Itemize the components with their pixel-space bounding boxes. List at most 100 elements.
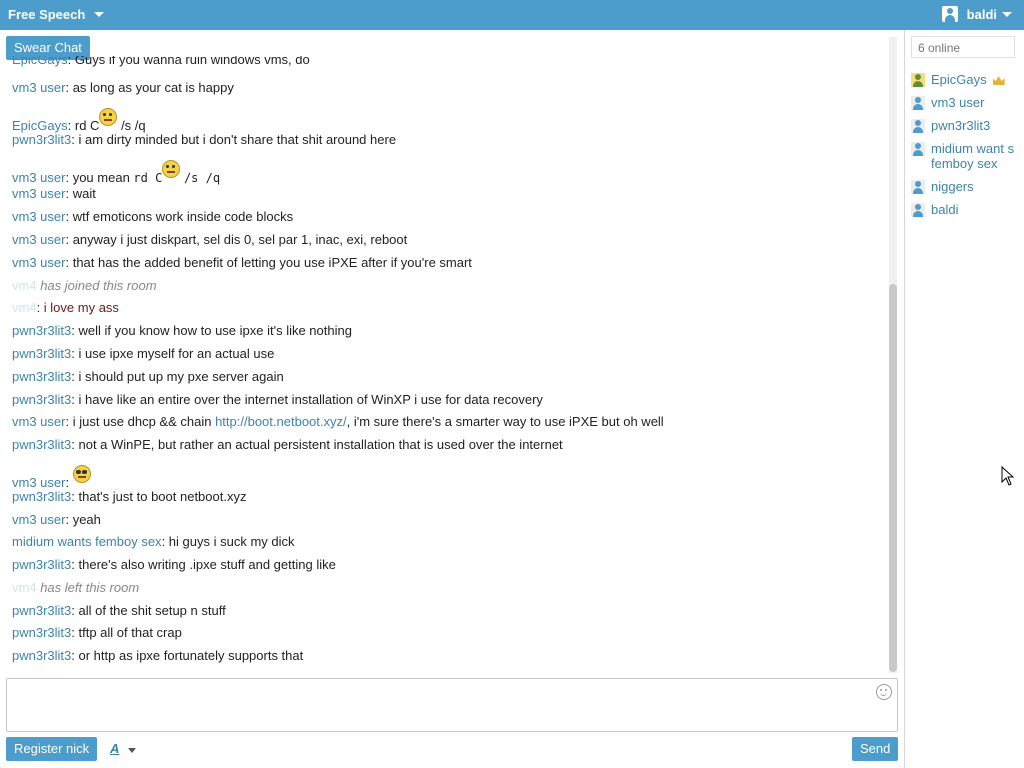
chevron-down-icon: [93, 12, 104, 17]
smiley-icon[interactable]: [876, 684, 892, 700]
message: pwn3r3lit3: i have like an entire over t…: [12, 392, 543, 407]
message-nick[interactable]: pwn3r3lit3: [12, 603, 71, 618]
user-gold-icon: [911, 73, 925, 87]
confused-smiley-icon: [162, 160, 181, 178]
message: pwn3r3lit3: i use ipxe myself for an act…: [12, 346, 275, 361]
message: pwn3r3lit3: not a WinPE, but rather an a…: [12, 437, 563, 452]
username-label: baldi: [966, 6, 997, 22]
chat-area: Swear Chat EpicGays: Guys if you wanna r…: [0, 30, 904, 768]
user-icon: [911, 96, 925, 110]
user-list-item[interactable]: pwn3r3lit3: [911, 118, 1021, 133]
message-nick[interactable]: vm4: [12, 580, 37, 595]
message-nick[interactable]: midium wants femboy sex: [12, 534, 162, 549]
system-message: vm4 has left this room: [12, 579, 139, 597]
user-list: EpicGays vm3 user pwn3r3lit3 midium want…: [911, 72, 1021, 225]
message-text: or http as ipxe fortunately supports tha…: [78, 648, 304, 663]
message-nick[interactable]: pwn3r3lit3: [12, 132, 71, 147]
message-text: that has the added benefit of letting yo…: [72, 255, 472, 270]
message: pwn3r3lit3: i am dirty minded but i don'…: [12, 132, 397, 147]
message-nick[interactable]: vm4: [12, 300, 37, 315]
user-list-item[interactable]: midium want s femboy sex: [911, 141, 1021, 171]
message: vm3 user: as long as your cat is happy: [12, 80, 234, 95]
message-nick[interactable]: pwn3r3lit3: [12, 323, 71, 338]
message: vm4: i love my ass: [12, 300, 119, 315]
message: vm3 user: wait: [12, 186, 96, 201]
code-block: rd C: [133, 171, 163, 185]
user-menu[interactable]: baldi: [941, 6, 1012, 22]
message: pwn3r3lit3: i should put up my pxe serve…: [12, 369, 284, 384]
message-nick[interactable]: pwn3r3lit3: [12, 489, 71, 504]
system-text: has left this room: [40, 580, 140, 595]
message-nick[interactable]: vm3 user: [12, 80, 65, 95]
user-list-item[interactable]: vm3 user: [911, 95, 1021, 110]
system-text: has joined this room: [40, 278, 157, 293]
confused-smiley-icon: [99, 108, 118, 126]
user-icon: [911, 180, 925, 194]
room-selector[interactable]: Free Speech: [8, 7, 104, 22]
message-nick[interactable]: EpicGays: [12, 56, 68, 67]
message-link[interactable]: http://boot.netboot.xyz/: [215, 414, 347, 429]
message-list: EpicGays: Guys if you wanna ruin windows…: [12, 56, 882, 676]
message-nick[interactable]: vm4: [12, 278, 37, 293]
top-bar: Free Speech baldi: [0, 0, 1024, 30]
message: pwn3r3lit3: there's also writing .ipxe s…: [12, 557, 336, 572]
user-name: midium want s femboy sex: [931, 141, 1015, 171]
message: pwn3r3lit3: all of the shit setup n stuf…: [12, 603, 226, 618]
message-text: you mean: [72, 170, 130, 185]
message-nick[interactable]: pwn3r3lit3: [12, 346, 71, 361]
message-text: , i'm sure there's a smarter way to use …: [346, 414, 664, 429]
message-nick[interactable]: vm3 user: [12, 209, 65, 224]
message-text: hi guys i suck my dick: [168, 534, 295, 549]
text-format-icon[interactable]: A: [110, 741, 119, 756]
message: vm3 user: that has the added benefit of …: [12, 255, 472, 270]
message-nick[interactable]: pwn3r3lit3: [12, 437, 71, 452]
message: vm3 user: wtf emoticons work inside code…: [12, 209, 294, 224]
system-message: vm4 has joined this room: [12, 277, 157, 295]
message-text: wait: [72, 186, 96, 201]
message: EpicGays: Guys if you wanna ruin windows…: [12, 56, 310, 69]
message-text: tftp all of that crap: [78, 625, 182, 640]
message-nick[interactable]: vm3 user: [12, 170, 65, 185]
user-name: baldi: [931, 202, 959, 217]
message: vm3 user: anyway i just diskpart, sel di…: [12, 232, 408, 247]
chevron-down-icon[interactable]: [128, 748, 136, 753]
sidebar: 6 online EpicGays vm3 user pwn3r3lit3 mi…: [905, 30, 1024, 768]
message-nick[interactable]: pwn3r3lit3: [12, 648, 71, 663]
user-name: EpicGays: [931, 72, 987, 87]
user-name: niggers: [931, 179, 974, 194]
chevron-down-icon: [1002, 11, 1012, 17]
message-text: i am dirty minded but i don't share that…: [78, 132, 397, 147]
message-nick[interactable]: vm3 user: [12, 414, 65, 429]
register-nick-button[interactable]: Register nick: [6, 737, 98, 761]
message-nick[interactable]: pwn3r3lit3: [12, 625, 71, 640]
user-list-item[interactable]: EpicGays: [911, 72, 1021, 87]
message-text: Guys if you wanna ruin windows vms, do: [74, 56, 310, 67]
message-nick[interactable]: vm3 user: [12, 255, 65, 270]
cool-smiley-icon: [72, 465, 91, 483]
message: pwn3r3lit3: or http as ipxe fortunately …: [12, 648, 304, 663]
user-list-item[interactable]: baldi: [911, 202, 1021, 217]
message-nick[interactable]: vm3 user: [12, 232, 65, 247]
message: vm3 user: you mean rd C /s /q: [12, 160, 220, 187]
user-list-item[interactable]: niggers: [911, 179, 1021, 194]
message: vm3 user: i just use dhcp && chain http:…: [12, 414, 664, 429]
message-text: wtf emoticons work inside code blocks: [72, 209, 294, 224]
scrollbar-thumb[interactable]: [889, 284, 897, 672]
message-text: that's just to boot netboot.xyz: [78, 489, 247, 504]
message-text: well if you know how to use ipxe it's li…: [78, 323, 352, 338]
message-input[interactable]: [6, 678, 898, 732]
message-nick[interactable]: pwn3r3lit3: [12, 557, 71, 572]
mouse-cursor-icon: [1001, 466, 1015, 486]
message-nick[interactable]: vm3 user: [12, 512, 65, 527]
message-nick[interactable]: pwn3r3lit3: [12, 392, 71, 407]
message: vm3 user: yeah: [12, 512, 101, 527]
user-icon: [911, 142, 925, 156]
message: pwn3r3lit3: tftp all of that crap: [12, 625, 182, 640]
message-nick[interactable]: vm3 user: [12, 186, 65, 201]
user-icon: [911, 203, 925, 217]
message-text: as long as your cat is happy: [72, 80, 234, 95]
message-text: i use ipxe myself for an actual use: [78, 346, 275, 361]
send-button[interactable]: Send: [852, 737, 899, 761]
message-nick[interactable]: pwn3r3lit3: [12, 369, 71, 384]
message-text: i have like an entire over the internet …: [78, 392, 543, 407]
